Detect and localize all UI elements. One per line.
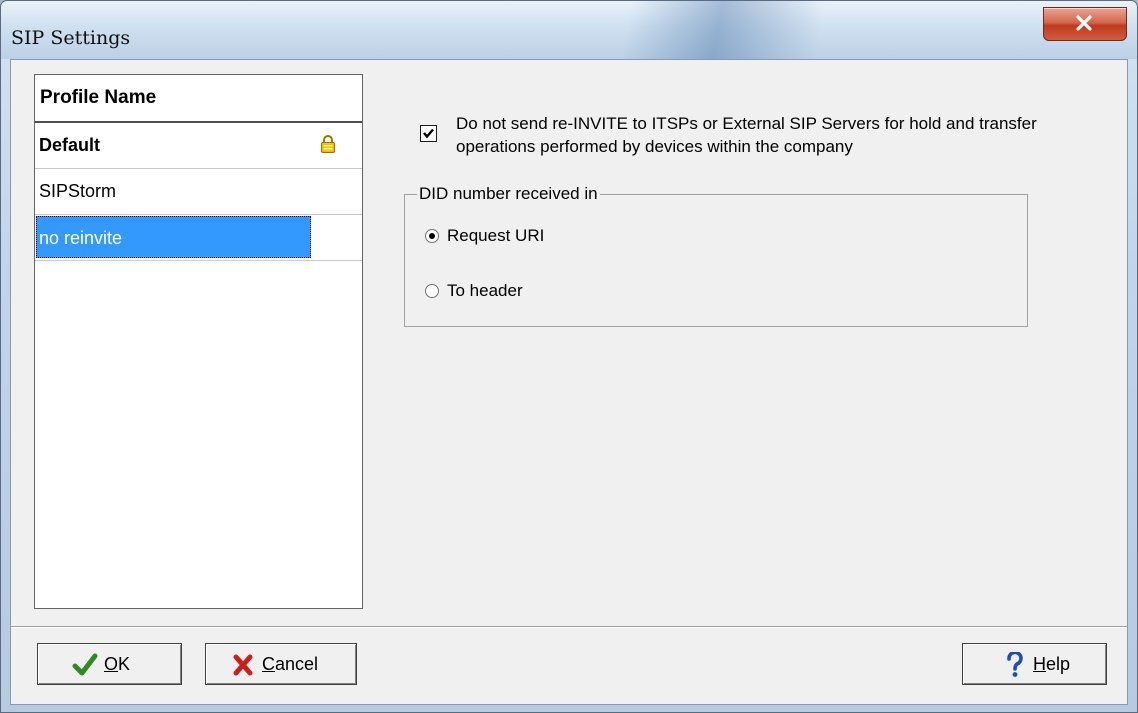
- sip-settings-window: SIP Settings Profile Name Default SIPSto…: [0, 0, 1138, 713]
- ok-button[interactable]: OK: [37, 643, 182, 685]
- radio-request-uri[interactable]: [425, 229, 439, 243]
- cancel-button[interactable]: Cancel: [205, 643, 357, 685]
- button-bar-separator: [11, 626, 1127, 628]
- close-button[interactable]: [1043, 7, 1127, 41]
- reinvite-checkbox[interactable]: [420, 125, 437, 142]
- lock-icon: [321, 135, 335, 153]
- cancel-button-label: Cancel: [262, 654, 319, 674]
- profile-item-no-reinvite[interactable]: no reinvite: [35, 215, 362, 261]
- help-button-label: Help: [1033, 654, 1071, 674]
- did-groupbox-label: DID number received in: [417, 184, 600, 204]
- radio-to-header-label[interactable]: To header: [447, 281, 523, 301]
- profile-list-header: Profile Name: [35, 75, 362, 123]
- help-button[interactable]: Help: [962, 643, 1107, 685]
- profile-item-default[interactable]: Default: [35, 123, 362, 169]
- title-bar[interactable]: SIP Settings: [1, 1, 1137, 59]
- ok-button-label: OK: [104, 654, 131, 674]
- checkmark-icon: [423, 128, 434, 139]
- radio-request-uri-label[interactable]: Request URI: [447, 226, 544, 246]
- question-mark-icon: [1007, 652, 1023, 677]
- checkmark-icon: [72, 653, 98, 676]
- dialog-body: Profile Name Default SIPStorm no reinvit…: [10, 59, 1128, 705]
- close-icon: [1076, 15, 1092, 31]
- reinvite-checkbox-label[interactable]: Do not send re-INVITE to ITSPs or Extern…: [456, 112, 1096, 158]
- radio-selected-dot: [429, 233, 435, 239]
- did-groupbox: [404, 194, 1028, 327]
- window-title: SIP Settings: [11, 27, 131, 49]
- profile-item-sipstorm[interactable]: SIPStorm: [35, 169, 362, 215]
- profile-item-label: SIPStorm: [39, 181, 117, 201]
- x-icon: [233, 654, 253, 676]
- profile-list[interactable]: Profile Name Default SIPStorm no reinvit…: [34, 74, 363, 609]
- profile-item-label: Default: [39, 135, 101, 155]
- profile-item-selected[interactable]: no reinvite: [36, 216, 311, 258]
- radio-to-header[interactable]: [425, 284, 439, 298]
- profile-item-label: no reinvite: [39, 228, 123, 248]
